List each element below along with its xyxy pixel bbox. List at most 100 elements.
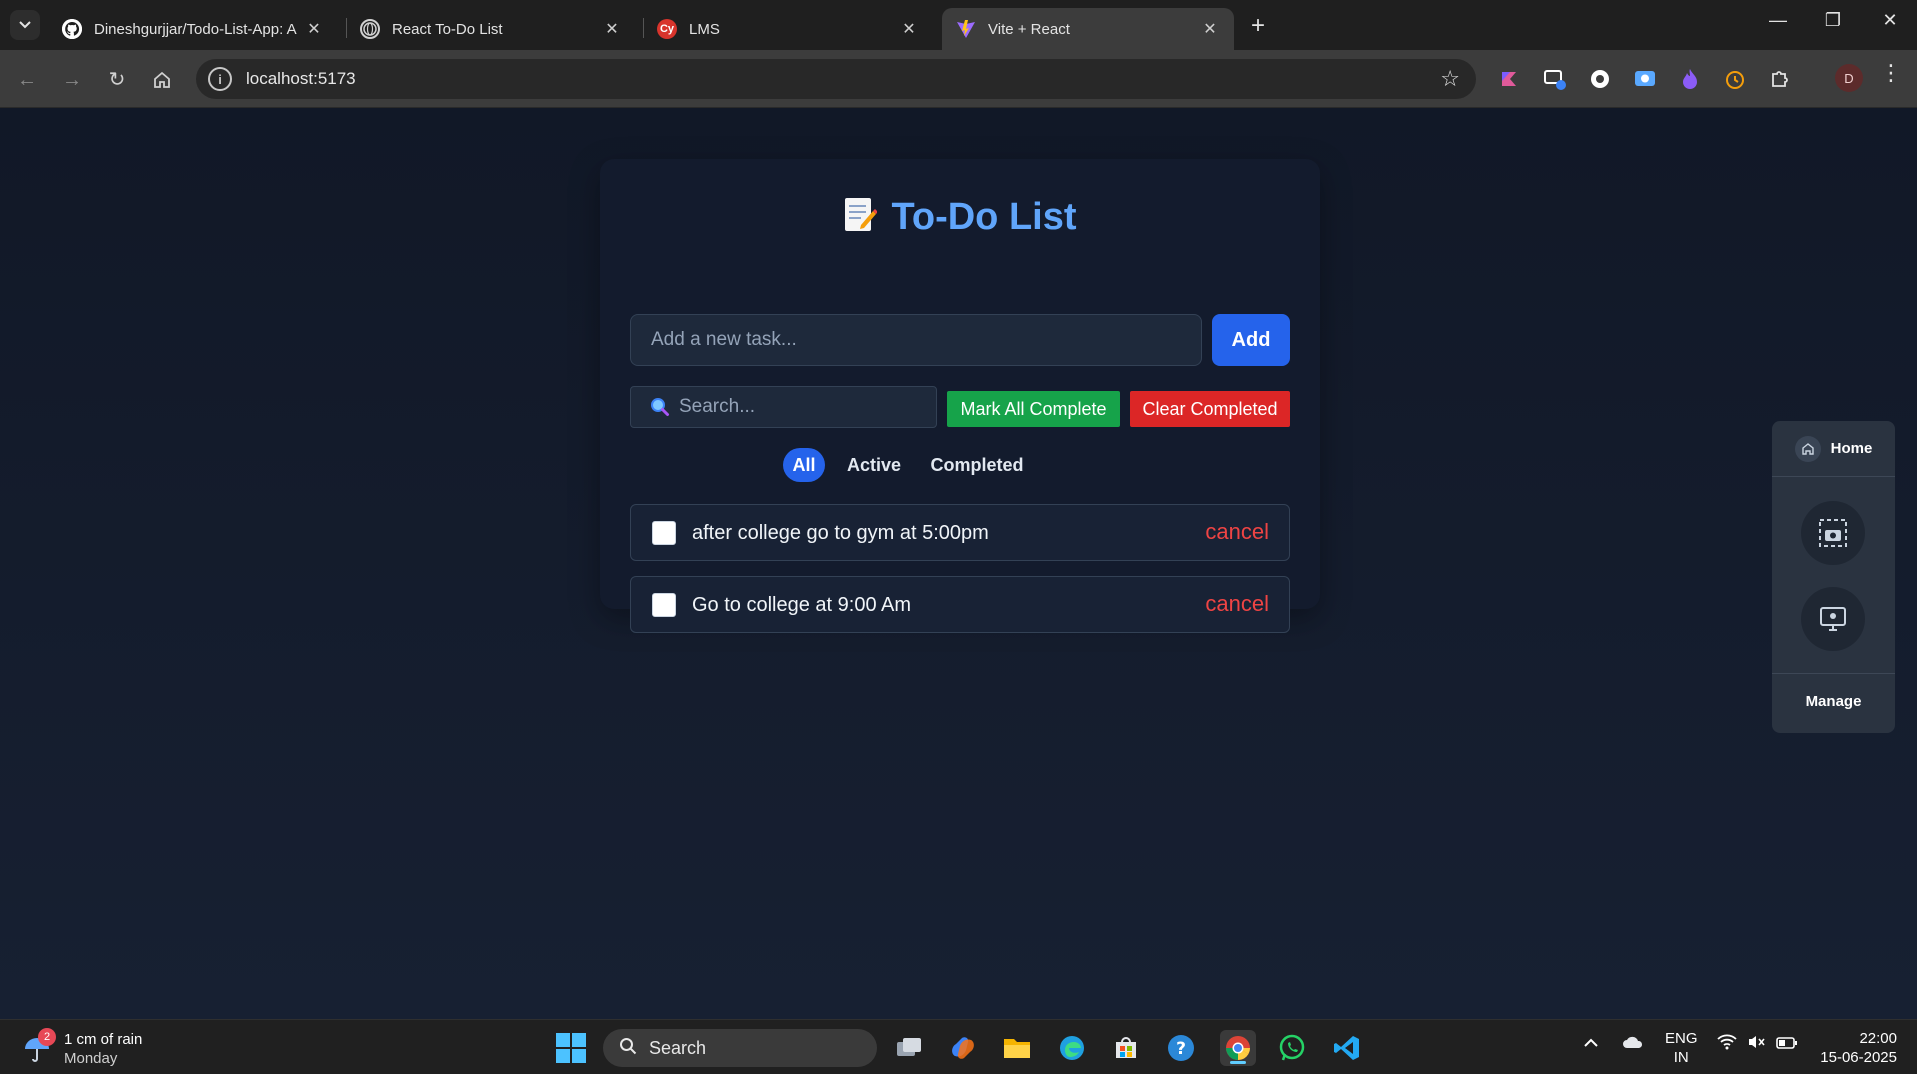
filter-all[interactable]: All — [783, 448, 825, 482]
taskbar-search[interactable]: Search — [603, 1029, 877, 1067]
tab-search-button[interactable] — [10, 10, 40, 40]
filter-active[interactable]: Active — [843, 448, 905, 482]
forward-arrow-icon[interactable]: → — [57, 65, 87, 95]
close-icon[interactable]: ✕ — [1200, 19, 1220, 39]
battery-icon[interactable] — [1776, 1034, 1798, 1055]
tab-title: React To-Do List — [392, 20, 503, 38]
extension-screen-icon[interactable] — [1631, 65, 1659, 93]
weather-widget[interactable]: 2 1 cm of rain Monday — [22, 1028, 143, 1068]
help-icon[interactable]: ? — [1163, 1030, 1199, 1066]
todo-item: after college go to gym at 5:00pm cancel — [630, 504, 1290, 561]
chevron-down-icon — [19, 21, 31, 29]
extension-timer-icon[interactable] — [1721, 65, 1749, 93]
search-box[interactable] — [630, 386, 937, 428]
system-clock[interactable]: 22:00 15-06-2025 — [1815, 1029, 1897, 1067]
bookmark-star-icon[interactable]: ☆ — [1440, 66, 1460, 92]
side-panel-home-label: Home — [1830, 440, 1873, 457]
camera-icon — [1819, 519, 1847, 547]
close-icon[interactable]: ✕ — [899, 19, 919, 39]
tab-title: Vite + React — [988, 20, 1070, 38]
extension-flame-icon[interactable] — [1676, 65, 1704, 93]
task-view-icon[interactable] — [891, 1030, 927, 1066]
todo-text: Go to college at 9:00 Am — [692, 594, 912, 616]
weather-text: 1 cm of rain — [64, 1031, 143, 1048]
profile-avatar[interactable]: D — [1835, 64, 1863, 92]
back-arrow-icon[interactable]: ← — [12, 65, 42, 95]
new-task-input[interactable] — [630, 314, 1202, 366]
lms-icon: Cy — [657, 19, 677, 39]
volume-muted-icon[interactable] — [1747, 1034, 1767, 1055]
side-panel: Home Manage — [1772, 421, 1895, 733]
todo-card: To-Do List Add Mark All Complete Clear C… — [600, 159, 1320, 633]
copilot-icon[interactable] — [945, 1030, 981, 1066]
file-explorer-icon[interactable] — [999, 1030, 1035, 1066]
todo-item: Go to college at 9:00 Am cancel — [630, 576, 1290, 633]
windows-start-icon[interactable] — [556, 1033, 586, 1063]
umbrella-icon: 2 — [22, 1028, 56, 1064]
extension-windows-icon[interactable] — [1541, 65, 1569, 93]
svg-text:?: ? — [1176, 1039, 1186, 1059]
tab-react-todo[interactable]: React To-Do List ✕ — [346, 8, 636, 50]
home-icon[interactable] — [147, 65, 177, 95]
clear-completed-button[interactable]: Clear Completed — [1130, 391, 1290, 427]
more-menu-icon[interactable]: ⋮ — [1880, 60, 1902, 86]
cancel-button[interactable]: cancel — [1205, 519, 1269, 545]
lang-line-2: IN — [1673, 1049, 1689, 1066]
tab-vite-react[interactable]: Vite + React ✕ — [942, 8, 1234, 50]
filter-completed[interactable]: Completed — [923, 448, 1031, 482]
github-icon — [62, 19, 82, 39]
tab-lms[interactable]: Cy LMS ✕ — [643, 8, 933, 50]
close-icon[interactable]: ✕ — [304, 19, 324, 39]
page-content: To-Do List Add Mark All Complete Clear C… — [0, 109, 1917, 1019]
close-window-icon[interactable]: ✕ — [1875, 10, 1905, 31]
wifi-icon[interactable] — [1717, 1034, 1737, 1055]
minimize-icon[interactable]: — — [1763, 10, 1793, 31]
tab-github[interactable]: Dineshgurjjar/Todo-List-App: A ✕ — [48, 8, 338, 50]
browser-toolbar: ← → ↻ i localhost:5173 ☆ D ⋮ — [0, 50, 1917, 108]
edge-icon[interactable] — [1054, 1030, 1090, 1066]
screen-record-button[interactable] — [1801, 587, 1865, 651]
restore-icon[interactable]: ❐ — [1818, 10, 1848, 31]
site-info-icon[interactable]: i — [208, 67, 232, 91]
active-app-indicator — [1230, 1061, 1246, 1064]
search-icon — [619, 1037, 637, 1060]
search-icon — [649, 396, 671, 418]
mark-all-complete-button[interactable]: Mark All Complete — [947, 391, 1120, 427]
chrome-icon[interactable] — [1220, 1030, 1256, 1066]
app-title-text: To-Do List — [891, 196, 1077, 238]
side-panel-manage[interactable]: Manage — [1772, 673, 1895, 733]
weather-badge: 2 — [38, 1028, 56, 1046]
extensions-puzzle-icon[interactable] — [1766, 65, 1794, 93]
clock-time: 22:00 — [1859, 1030, 1897, 1047]
todo-checkbox[interactable] — [652, 521, 676, 545]
microsoft-store-icon[interactable] — [1108, 1030, 1144, 1066]
taskbar: 2 1 cm of rain Monday Search ? ENG IN 22… — [0, 1019, 1917, 1074]
screenshot-button[interactable] — [1801, 501, 1865, 565]
chevron-up-icon[interactable] — [1583, 1034, 1599, 1055]
language-indicator[interactable]: ENG IN — [1665, 1029, 1698, 1067]
url-text: localhost:5173 — [246, 69, 356, 88]
close-icon[interactable]: ✕ — [602, 19, 622, 39]
browser-tab-bar: Dineshgurjjar/Todo-List-App: A ✕ React T… — [0, 0, 1917, 50]
globe-icon — [360, 19, 380, 39]
todo-text: after college go to gym at 5:00pm — [692, 522, 989, 544]
todo-checkbox[interactable] — [652, 593, 676, 617]
home-icon — [1794, 435, 1821, 462]
address-bar[interactable]: i localhost:5173 ☆ — [196, 59, 1476, 99]
lang-line-1: ENG — [1665, 1030, 1698, 1047]
extension-flag-icon[interactable] — [1495, 65, 1523, 93]
tab-title: Dineshgurjjar/Todo-List-App: A — [94, 20, 297, 38]
onedrive-cloud-icon[interactable] — [1622, 1034, 1644, 1055]
whatsapp-icon[interactable] — [1274, 1030, 1310, 1066]
cancel-button[interactable]: cancel — [1205, 591, 1269, 617]
reload-icon[interactable]: ↻ — [102, 65, 132, 95]
clock-date: 15-06-2025 — [1820, 1049, 1897, 1066]
add-task-button[interactable]: Add — [1212, 314, 1290, 366]
search-input[interactable] — [671, 396, 936, 418]
new-tab-button[interactable]: + — [1243, 12, 1273, 40]
weather-day: Monday — [64, 1050, 118, 1067]
vscode-icon[interactable] — [1329, 1030, 1365, 1066]
side-panel-home[interactable]: Home — [1772, 421, 1895, 477]
extension-circle-icon[interactable] — [1586, 65, 1614, 93]
vite-icon — [956, 19, 976, 39]
